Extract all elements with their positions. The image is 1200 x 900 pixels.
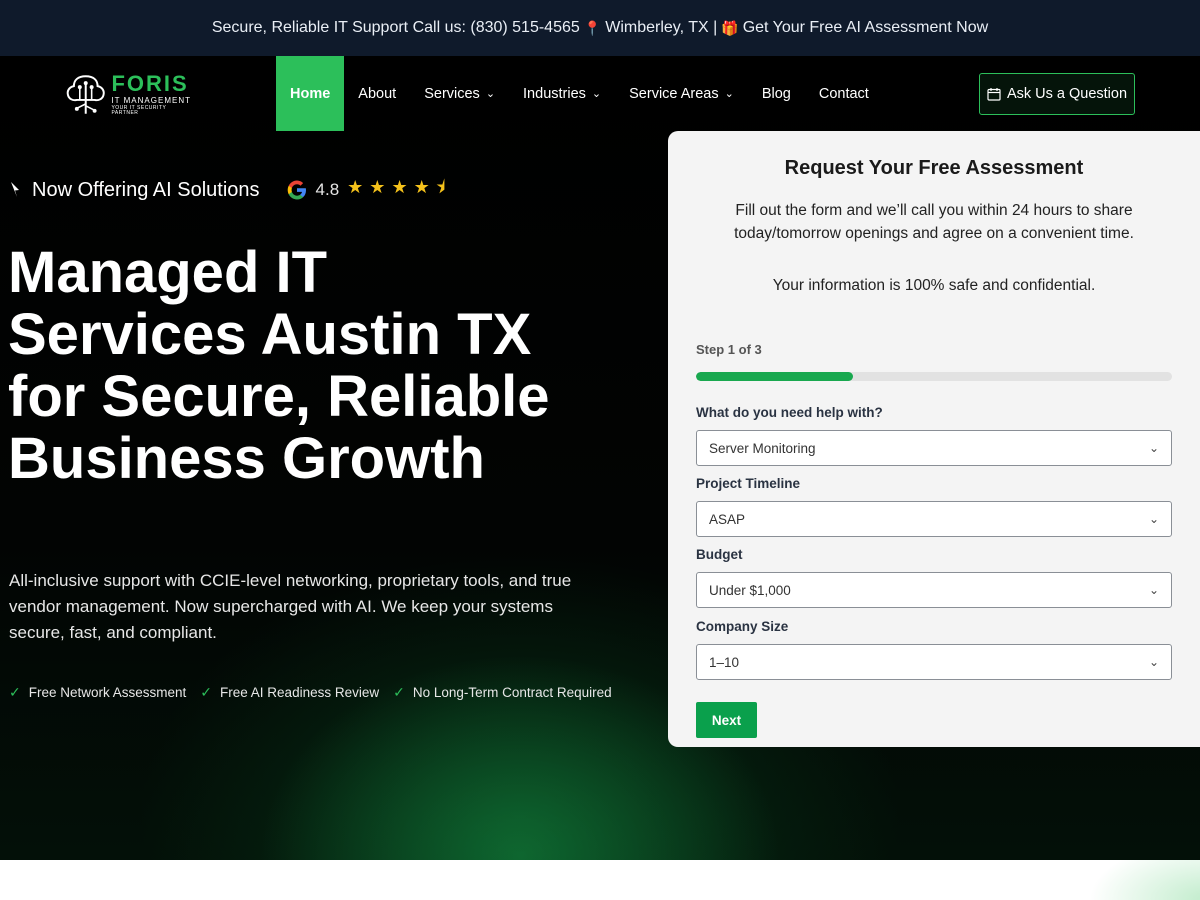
company-size-select[interactable]: 1–10 ⌄	[696, 644, 1172, 680]
hero-headline: Managed IT Services Austin TX for Secure…	[8, 240, 550, 491]
free-assessment-link[interactable]: Get Your Free AI Assessment Now	[743, 19, 988, 37]
step-indicator: Step 1 of 3	[696, 342, 762, 357]
hero-subtext: All-inclusive support with CCIE-level ne…	[9, 571, 572, 642]
checkmark-icon: ✓	[9, 684, 21, 700]
timeline-select-value: ASAP	[709, 511, 746, 527]
benefit-item: ✓ Free AI Readiness Review	[200, 684, 380, 700]
nav-item-services[interactable]: Services ⌄	[410, 56, 509, 131]
chevron-down-icon: ⌄	[1148, 441, 1159, 455]
location-text: Wimberley, TX |	[605, 19, 718, 36]
company-size-select-value: 1–10	[709, 654, 740, 670]
nav-item-blog[interactable]: Blog	[748, 56, 805, 131]
nav-item-service-areas[interactable]: Service Areas ⌄	[615, 56, 748, 131]
google-icon	[287, 180, 306, 200]
nav-menu: Home About Services ⌄ Industries ⌄ Servi…	[276, 56, 883, 131]
help-select[interactable]: Server Monitoring ⌄	[696, 430, 1172, 466]
ask-question-label: Ask Us a Question	[1006, 86, 1128, 102]
timeline-field-label: Project Timeline	[696, 476, 801, 491]
circuit-tree-logo-icon	[66, 75, 105, 114]
budget-select[interactable]: Under $1,000 ⌄	[696, 572, 1172, 608]
rating-value: 4.8	[315, 180, 340, 199]
benefit-item: ✓ Free Network Assessment	[9, 684, 187, 700]
logo-tagline: YOUR IT SECURITY PARTNER	[111, 104, 167, 116]
next-button[interactable]: Next	[696, 702, 757, 738]
timeline-select[interactable]: ASAP ⌄	[696, 501, 1172, 537]
site-logo[interactable]: FORIS IT MANAGEMENT YOUR IT SECURITY PAR…	[64, 68, 194, 120]
checkmark-icon: ✓	[200, 684, 213, 700]
budget-field-label: Budget	[696, 547, 743, 562]
ask-question-button[interactable]: Ask Us a Question	[979, 73, 1135, 115]
ai-offer-row: Now Offering AI Solutions 4.8 ★★★★⯨	[8, 176, 451, 204]
checkmark-icon: ✓	[393, 684, 405, 700]
calendar-icon	[987, 88, 1001, 101]
support-text[interactable]: Secure, Reliable IT Support Call us: (83…	[212, 19, 580, 37]
nav-item-contact[interactable]: Contact	[805, 56, 883, 131]
form-description: Fill out the form and we’ll call you wit…	[734, 202, 1134, 242]
logo-name: FORIS	[111, 70, 189, 96]
benefit-item: ✓ No Long-Term Contract Required	[393, 684, 612, 700]
main-navigation: FORIS IT MANAGEMENT YOUR IT SECURITY PAR…	[0, 56, 1200, 132]
hero-section: FORIS IT MANAGEMENT YOUR IT SECURITY PAR…	[0, 56, 1200, 860]
decorative-glow	[1080, 860, 1200, 900]
chevron-down-icon: ⌄	[485, 88, 496, 100]
google-rating[interactable]: 4.8 ★★★★⯨	[286, 175, 452, 205]
company-size-field-label: Company Size	[696, 619, 789, 634]
form-title: Request Your Free Assessment	[784, 157, 1084, 179]
gift-icon: 🎁	[721, 19, 739, 36]
chevron-down-icon: ⌄	[1148, 512, 1159, 526]
form-safe-note: Your information is 100% safe and confid…	[772, 277, 1096, 294]
chevron-down-icon: ⌄	[1148, 583, 1159, 597]
help-field-label: What do you need help with?	[696, 405, 883, 420]
chevron-down-icon: ⌄	[724, 88, 734, 100]
chevron-down-icon: ⌄	[1148, 655, 1159, 669]
budget-select-value: Under $1,000	[709, 582, 791, 598]
assessment-form-card: Request Your Free Assessment Fill out th…	[668, 131, 1200, 747]
benefits-list: ✓ Free Network Assessment ✓ Free AI Read…	[9, 684, 612, 701]
nav-item-industries[interactable]: Industries ⌄	[509, 56, 615, 131]
star-rating: ★★★★⯨	[347, 177, 452, 197]
logo-subtitle: IT MANAGEMENT	[111, 95, 191, 105]
map-pin-icon: 📍	[583, 19, 602, 36]
nav-item-about[interactable]: About	[344, 56, 410, 131]
nav-item-home[interactable]: Home	[276, 56, 345, 131]
progress-fill	[696, 372, 854, 381]
form-progress-bar	[696, 372, 1172, 381]
help-select-value: Server Monitoring	[709, 440, 816, 456]
ai-offer-text: Now Offering AI Solutions	[32, 178, 260, 201]
chevron-down-icon: ⌄	[591, 88, 602, 100]
sparkle-icon	[11, 182, 19, 197]
top-announcement-bar: Secure, Reliable IT Support Call us: (83…	[0, 0, 1200, 56]
